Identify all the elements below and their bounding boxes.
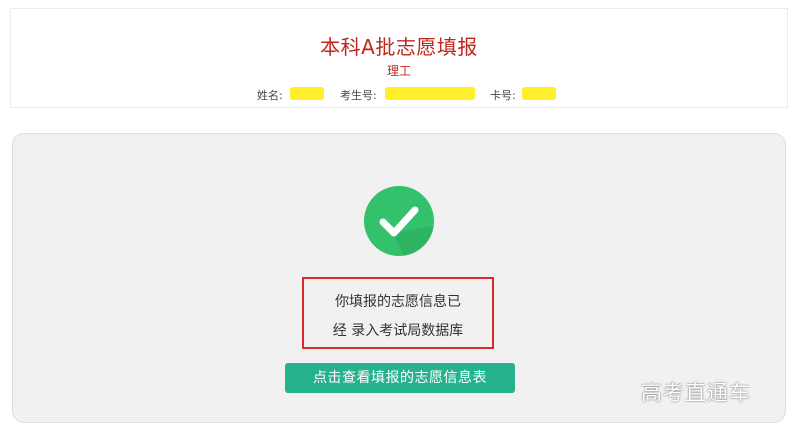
candidate-info-row: 姓名: 考生号: 卡号: (11, 87, 787, 103)
view-application-info-button[interactable]: 点击查看填报的志愿信息表 (285, 363, 515, 393)
watermark-text: 高考直通车 (641, 381, 751, 405)
success-message-box: 你填报的志愿信息已 经 录入考试局数据库 (302, 277, 494, 349)
page-title: 本科A批志愿填报 (320, 35, 478, 59)
page: 本科A批志愿填报 理工 姓名: 考生号: 卡号: 你填报的志愿信息已 经 录入考… (0, 0, 800, 433)
check-circle-icon (364, 186, 434, 256)
header-card: 本科A批志愿填报 理工 姓名: 考生号: 卡号: (10, 8, 788, 108)
name-value-redacted (290, 87, 324, 100)
name-label: 姓名: (257, 89, 283, 102)
exam-number-label: 考生号: (340, 89, 377, 102)
success-message-line-2: 经 录入考试局数据库 (332, 323, 464, 339)
category-subtitle: 理工 (386, 64, 411, 78)
card-number-label: 卡号: (490, 89, 516, 102)
card-number-value-redacted (522, 87, 556, 100)
success-message-line-1: 你填报的志愿信息已 (335, 294, 461, 310)
exam-number-value-redacted (385, 87, 475, 100)
